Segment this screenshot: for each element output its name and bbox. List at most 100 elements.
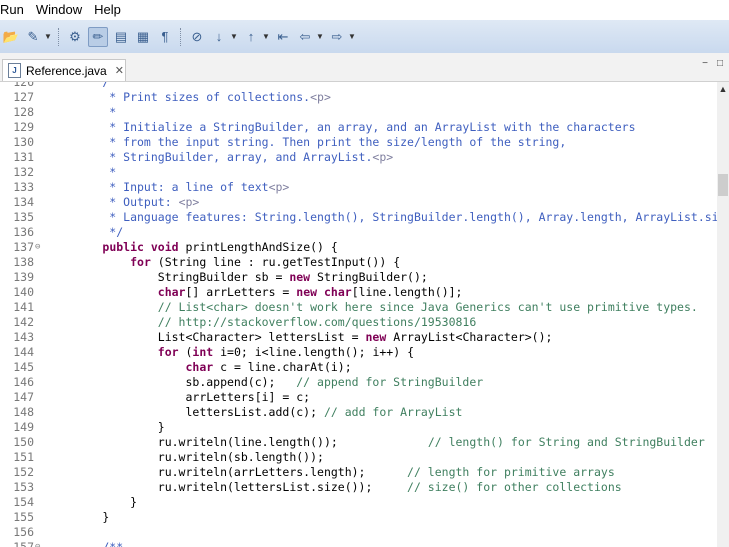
pen-icon[interactable]: ✎ [24,28,42,46]
forward-icon[interactable]: ⇨ [328,28,346,46]
keyword: void [150,240,179,254]
line-number: 132 [13,165,34,179]
code-content: ru.writeln(arrLetters.length); // length… [47,465,615,480]
line-number: 152 [13,465,34,479]
html-tag: <p> [178,195,200,209]
back-icon[interactable]: ⇦ [296,28,314,46]
code-line[interactable]: 144 for (int i=0; i<line.length(); i++) … [0,345,717,360]
code-line[interactable]: 157 ⊖ /** [0,540,717,547]
javadoc-text: * StringBuilder, array, and ArrayList. [47,150,373,164]
next-annotation-icon[interactable]: ↓ [210,28,228,46]
code-content: * StringBuilder, array, and ArrayList.<p… [47,150,393,165]
code-content: public void printLengthAndSize() { [47,240,337,255]
code-line[interactable]: 147 arrLetters[i] = c; [0,390,717,405]
code-line[interactable]: 150 ru.writeln(line.length()); // length… [0,435,717,450]
code-line[interactable]: 154 } [0,495,717,510]
code-content: ru.writeln(line.length()); // length() f… [47,435,705,450]
code-line[interactable]: 130 * from the input string. Then print … [0,135,717,150]
code-line[interactable]: 151 ru.writeln(sb.length()); [0,450,717,465]
code-line[interactable]: 156 [0,525,717,540]
show-whitespace-icon[interactable]: ▦ [134,28,152,46]
mark-occurrences-icon[interactable]: ✏ [88,26,108,47]
javadoc-text: / [47,82,110,89]
code-line[interactable]: 132 * [0,165,717,180]
code-line[interactable]: 137 ⊖ public void printLengthAndSize() { [0,240,717,255]
block-selection-icon[interactable]: ▤ [112,28,130,46]
code-text: i=0; i<line.length(); i++) { [213,345,414,359]
minimize-icon[interactable]: − [699,59,711,69]
line-comment: // add for ArrayList [323,405,463,419]
editor-tab-label: Reference.java [26,63,107,78]
code-line[interactable]: 155 } [0,510,717,525]
javadoc-text: /** [47,540,124,547]
code-line[interactable]: 149 } [0,420,717,435]
code-line[interactable]: 135 * Language features: String.length()… [0,210,729,225]
fold-toggle-icon[interactable]: ⊖ [35,540,45,547]
code-editor[interactable]: 126 /127 * Print sizes of collections.<p… [0,82,729,547]
menu-run[interactable]: Run [0,0,30,20]
editor-tab[interactable]: J Reference.java ✕ [2,59,126,81]
line-number: 150 [13,435,34,449]
code-line[interactable]: 138 for (String line : ru.getTestInput()… [0,255,717,270]
chevron-down-icon[interactable]: ▼ [348,32,356,41]
code-content: ru.writeln(lettersList.size()); // size(… [47,480,622,495]
line-number: 142 [13,315,34,329]
scroll-up-icon[interactable]: ▲ [717,84,729,94]
code-line[interactable]: 136 */ [0,225,717,240]
code-line[interactable]: 153 ru.writeln(lettersList.size()); // s… [0,480,717,495]
line-number: 153 [13,480,34,494]
line-comment: // length for primitive arrays [407,465,615,479]
menu-help[interactable]: Help [88,0,127,20]
paragraph-icon[interactable]: ¶ [156,28,174,46]
chevron-down-icon[interactable]: ▼ [230,32,238,41]
code-line[interactable]: 145 char c = line.charAt(i); [0,360,717,375]
code-line[interactable]: 127 * Print sizes of collections.<p> [0,90,717,105]
code-line[interactable]: 134 * Output: <p> [0,195,717,210]
code-line[interactable]: 143 List<Character> lettersList = new Ar… [0,330,717,345]
previous-annotation-icon[interactable]: ↑ [242,28,260,46]
skip-breakpoints-icon[interactable]: ⊘ [188,28,206,46]
code-content: for (int i=0; i<line.length(); i++) { [47,345,414,360]
code-content: arrLetters[i] = c; [47,390,310,405]
code-line[interactable]: 142 // http://stackoverflow.com/question… [0,315,717,330]
chevron-down-icon[interactable]: ▼ [316,32,324,41]
last-edit-icon[interactable]: ⇤ [274,28,292,46]
code-line[interactable]: 126 / [0,82,717,90]
code-line[interactable]: 129 * Initialize a StringBuilder, an arr… [0,120,717,135]
code-line[interactable]: 131 * StringBuilder, array, and ArrayLis… [0,150,717,165]
line-number: 131 [13,150,34,164]
maximize-icon[interactable]: □ [714,59,726,69]
code-content: StringBuilder sb = new StringBuilder(); [47,270,428,285]
code-line[interactable]: 148 lettersList.add(c); // add for Array… [0,405,717,420]
keyword: for [130,255,151,269]
scrollbar-thumb[interactable] [718,174,728,196]
code-content: } [47,495,137,510]
line-comment: // List<char> doesn't work here since Ja… [157,300,698,314]
fold-toggle-icon[interactable]: ⊖ [35,240,45,255]
line-number: 141 [13,300,34,314]
line-number: 147 [13,390,34,404]
code-text: lettersList.add(c); [47,405,324,419]
code-line[interactable]: 141 // List<char> doesn't work here sinc… [0,300,717,315]
code-line[interactable]: 140 char[] arrLetters = new char[line.le… [0,285,717,300]
code-line[interactable]: 152 ru.writeln(arrLetters.length); // le… [0,465,717,480]
close-icon[interactable]: ✕ [115,64,124,77]
chevron-down-icon[interactable]: ▼ [262,32,270,41]
code-line[interactable]: 133 * Input: a line of text<p> [0,180,717,195]
debug-icon[interactable]: ⚙ [66,28,84,46]
code-content: /** [47,540,123,547]
code-line[interactable]: 139 StringBuilder sb = new StringBuilder… [0,270,717,285]
code-text: List<Character> lettersList = [47,330,366,344]
code-line[interactable]: 146 sb.append(c); // append for StringBu… [0,375,717,390]
vertical-scrollbar[interactable]: ▲ [717,82,729,547]
code-line[interactable]: 128 * [0,105,717,120]
chevron-down-icon[interactable]: ▼ [44,32,52,41]
code-text: ru.writeln(line.length()); [47,435,428,449]
line-number: 154 [13,495,34,509]
menu-window[interactable]: Window [30,0,88,20]
open-type-icon[interactable]: 📂 [2,28,20,46]
code-content: / [47,82,109,90]
